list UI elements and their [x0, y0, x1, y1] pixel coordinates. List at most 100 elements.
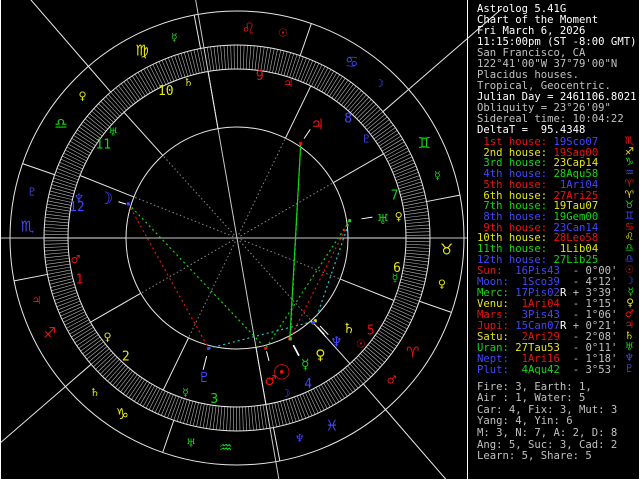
stat-line-text: Yang: 4, Yin: 6	[477, 415, 573, 428]
planet-uranus-marker	[348, 219, 352, 223]
cusp-spoke-9	[238, 137, 286, 235]
sign-boundary-0	[362, 383, 386, 410]
sign-ruler-capricorn-saturn-icon: ♄	[90, 386, 100, 399]
aspect-line-uranus-mars	[265, 220, 351, 349]
planet-pluto-marker	[207, 346, 211, 350]
house-ruler-7-venus-icon: ♀	[395, 210, 403, 223]
cusp-spoke-3	[188, 241, 236, 339]
pointer-0	[292, 344, 300, 357]
astrolog-window: ☉ ☽ ☿ ♀ ♂ ♃ ♄ ♅ ♆ ♇ ♈ ♂ ♉ ♀ ♊ ☿ ♋ ☽ ♌ ☉ ♍ ☿ ♎ ♀ ♏ ♇ ♐ ♃ ♑ ♄ ♒ ♅ ♓ ♆ 1 ♂ 2 ♀ 3 ☿…	[0, 0, 640, 480]
stat-line-text: Ang: 5, Suc: 3, Cad: 2	[477, 438, 618, 451]
cardinal-line-2	[30, 0, 89, 67]
house-label: 12th house:	[477, 253, 554, 266]
house-ruler-11-uranus-icon: ♅	[108, 126, 118, 139]
house-number-4: 4	[304, 377, 312, 392]
house-number-2: 2	[122, 350, 130, 365]
sign-glyph-pisces: ♓	[325, 416, 338, 434]
sign-glyph-scorpio: ♏	[21, 218, 35, 236]
house-number-7: 7	[391, 188, 399, 203]
planet-venus-glyph: ♀	[315, 347, 325, 363]
cusp-segment-8	[332, 153, 384, 184]
planet-row-pluto: Plut: 4Aqu42 - 3°53' ♇	[477, 363, 637, 377]
planet-mars-glyph: ♂	[265, 373, 278, 389]
stat-line-6: Learn: 5, Share: 5	[477, 451, 637, 462]
stat-line-text: M: 3, N: 7, A: 2, D: 8	[477, 426, 618, 439]
planet-neptune-glyph: ♆	[330, 334, 343, 350]
stat-line-text: Fire: 3, Earth: 1,	[477, 380, 592, 393]
planet-moon-glyph: ☽	[98, 189, 113, 209]
cusp-segment-9	[285, 85, 312, 139]
planet-uranus-glyph: ♅	[377, 212, 390, 228]
sign-glyph-taurus: ♉	[440, 240, 453, 258]
aspect-line-saturn-uranus	[314, 220, 351, 322]
sign-boundary-8	[13, 273, 48, 282]
house-ruler-5-sun-icon: ☉	[356, 337, 366, 350]
stat-line-0: Fire: 3, Earth: 1,	[477, 380, 637, 393]
stat-line-3: Yang: 4, Yin: 6	[477, 416, 637, 427]
pointer-9	[202, 356, 208, 370]
house-ruler-6-mercury-icon: ☿	[392, 271, 399, 284]
sign-ruler-libra-venus-icon: ♀	[78, 89, 86, 102]
cardinal-line-0	[385, 409, 448, 480]
pointer-8	[317, 326, 325, 335]
sign-boundary-3	[382, 89, 409, 113]
sign-boundary-1	[419, 300, 452, 313]
pointer-1	[118, 201, 127, 205]
planet-moon-marker	[126, 202, 130, 206]
sign-boundary-7	[22, 163, 55, 176]
cardinal-line-3	[0, 386, 66, 444]
stat-line-4: M: 3, N: 7, A: 2, D: 8	[477, 426, 637, 439]
sign-boundary-2	[426, 194, 461, 203]
house-number-9: 9	[256, 69, 264, 84]
sign-glyph-sagittarius: ♐	[43, 324, 56, 342]
sign-ruler-aquarius-uranus-icon: ♅	[186, 436, 196, 449]
house-number-1: 1	[76, 273, 84, 288]
sign-ruler-leo-sun-icon: ☉	[278, 27, 288, 40]
aspect-line-moon-pluto	[127, 203, 210, 349]
sign-boundary-9	[65, 363, 92, 387]
planet-label: Plut:	[477, 364, 516, 377]
sign-ruler-cancer-moon-icon: ☽	[374, 77, 384, 90]
planet-velocity: - 3°53'	[566, 364, 618, 377]
stat-line-2: Car: 4, Fix: 3, Mut: 3	[477, 404, 637, 416]
sign-boundary-6	[88, 66, 112, 93]
planet-mercury-marker	[288, 337, 292, 341]
cusp-segment-6	[339, 278, 395, 301]
sign-boundary-4	[299, 23, 312, 56]
info-line-11: DeltaT = 95.4348	[477, 125, 637, 136]
stat-line-5: Ang: 5, Suc: 3, Cad: 2	[477, 438, 637, 451]
sign-ruler-pisces-neptune-icon: ♆	[295, 432, 305, 445]
stat-line-text: Learn: 5, Share: 5	[477, 450, 592, 463]
sign-ruler-scorpio-pluto-icon: ♇	[27, 186, 37, 199]
planet-value: 4Aqu42	[515, 364, 560, 377]
sign-glyph-leo: ♌	[242, 19, 255, 37]
planet-pluto-icon: ♇	[624, 363, 634, 376]
planet-jupiter-marker	[299, 141, 303, 145]
house-ruler-9-jupiter-icon: ♃	[284, 77, 294, 90]
sign-glyph-cancer: ♋	[345, 53, 358, 71]
stat-line-1: Air : 1, Water: 5	[477, 393, 637, 404]
house-ruler-4-moon-icon: ☽	[281, 387, 291, 400]
cusp-spoke-8	[240, 182, 334, 237]
info-line-text: DeltaT = 95.4348	[477, 124, 586, 136]
house-ruler-8-pluto-icon: ♇	[362, 132, 372, 145]
sign-boundary-10	[162, 420, 175, 453]
sign-ruler-taurus-venus-icon: ♀	[438, 277, 446, 290]
house-number-5: 5	[367, 324, 375, 339]
sign-glyph-gemini: ♊	[418, 134, 431, 152]
pointer-5	[303, 129, 311, 139]
cusp-segment-11	[123, 111, 164, 156]
sign-ruler-virgo-mercury-icon: ☿	[171, 31, 178, 44]
cusp-segment-3	[162, 337, 189, 391]
aspect-line-pluto-saturn	[208, 320, 316, 349]
cusp-segment-10	[207, 71, 219, 129]
planet-neptune-marker	[312, 321, 316, 325]
sign-ruler-aries-mars-icon: ♂	[387, 374, 397, 387]
pointer-7	[361, 216, 373, 220]
house-ruler-1-mars-icon: ♂	[70, 253, 80, 266]
sign-glyph-capricorn: ♑	[116, 405, 129, 423]
house-ruler-3-mercury-icon: ☿	[182, 386, 189, 399]
stat-line-text: Air : 1, Water: 5	[477, 392, 586, 405]
pointer-6	[319, 325, 329, 336]
pointer-4	[266, 351, 270, 362]
